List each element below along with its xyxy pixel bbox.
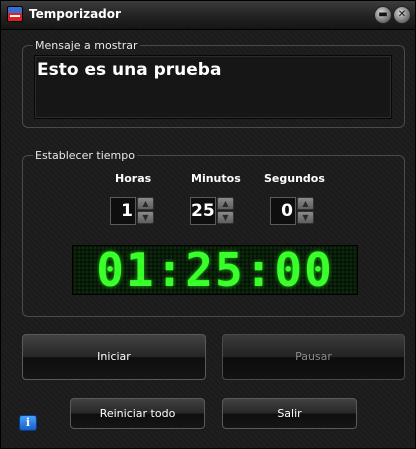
arrow-down-icon: ▼ [142, 213, 149, 222]
close-icon: ✕ [397, 9, 407, 20]
window-title: Temporizador [29, 7, 121, 21]
countdown-display-value: 01:25:00 [96, 243, 334, 297]
message-group-legend: Mensaje a mostrar [35, 39, 138, 52]
hours-decrement-button[interactable]: ▼ [137, 211, 154, 224]
minutes-decrement-button[interactable]: ▼ [217, 211, 234, 224]
start-button[interactable]: Iniciar [22, 334, 206, 380]
arrow-down-icon: ▼ [222, 213, 229, 222]
hours-increment-button[interactable]: ▲ [137, 197, 154, 210]
arrow-up-icon: ▲ [222, 199, 229, 208]
exit-button[interactable]: Salir [222, 398, 357, 429]
message-input[interactable]: Esto es una prueba [34, 55, 392, 119]
minimize-icon: ▬ [378, 9, 388, 20]
minimize-button[interactable]: ▬ [375, 7, 391, 23]
arrow-up-icon: ▲ [142, 199, 149, 208]
reset-all-button[interactable]: Reiniciar todo [70, 398, 205, 429]
info-icon: i [25, 416, 31, 429]
countdown-display: 01:25:00 [72, 245, 358, 295]
seconds-decrement-button[interactable]: ▼ [297, 211, 314, 224]
seconds-input[interactable]: 0 [270, 197, 296, 225]
info-button[interactable]: i [19, 415, 37, 431]
timer-app-icon [7, 6, 23, 22]
message-input-value: Esto es una prueba [37, 60, 222, 80]
pause-button[interactable]: Pausar [222, 334, 405, 380]
app-window: Temporizador ▬ ✕ Mensaje a mostrar Esto … [0, 0, 416, 449]
minutes-input[interactable]: 25 [190, 197, 216, 225]
arrow-down-icon: ▼ [302, 213, 309, 222]
title-bar[interactable]: Temporizador ▬ ✕ [1, 1, 415, 30]
minutes-label: Minutos [191, 172, 241, 185]
close-button[interactable]: ✕ [394, 7, 410, 23]
seconds-label: Segundos [264, 172, 325, 185]
hours-label: Horas [115, 172, 152, 185]
time-group-legend: Establecer tiempo [35, 149, 135, 162]
minutes-increment-button[interactable]: ▲ [217, 197, 234, 210]
seconds-increment-button[interactable]: ▲ [297, 197, 314, 210]
arrow-up-icon: ▲ [302, 199, 309, 208]
hours-input[interactable]: 1 [110, 197, 136, 225]
